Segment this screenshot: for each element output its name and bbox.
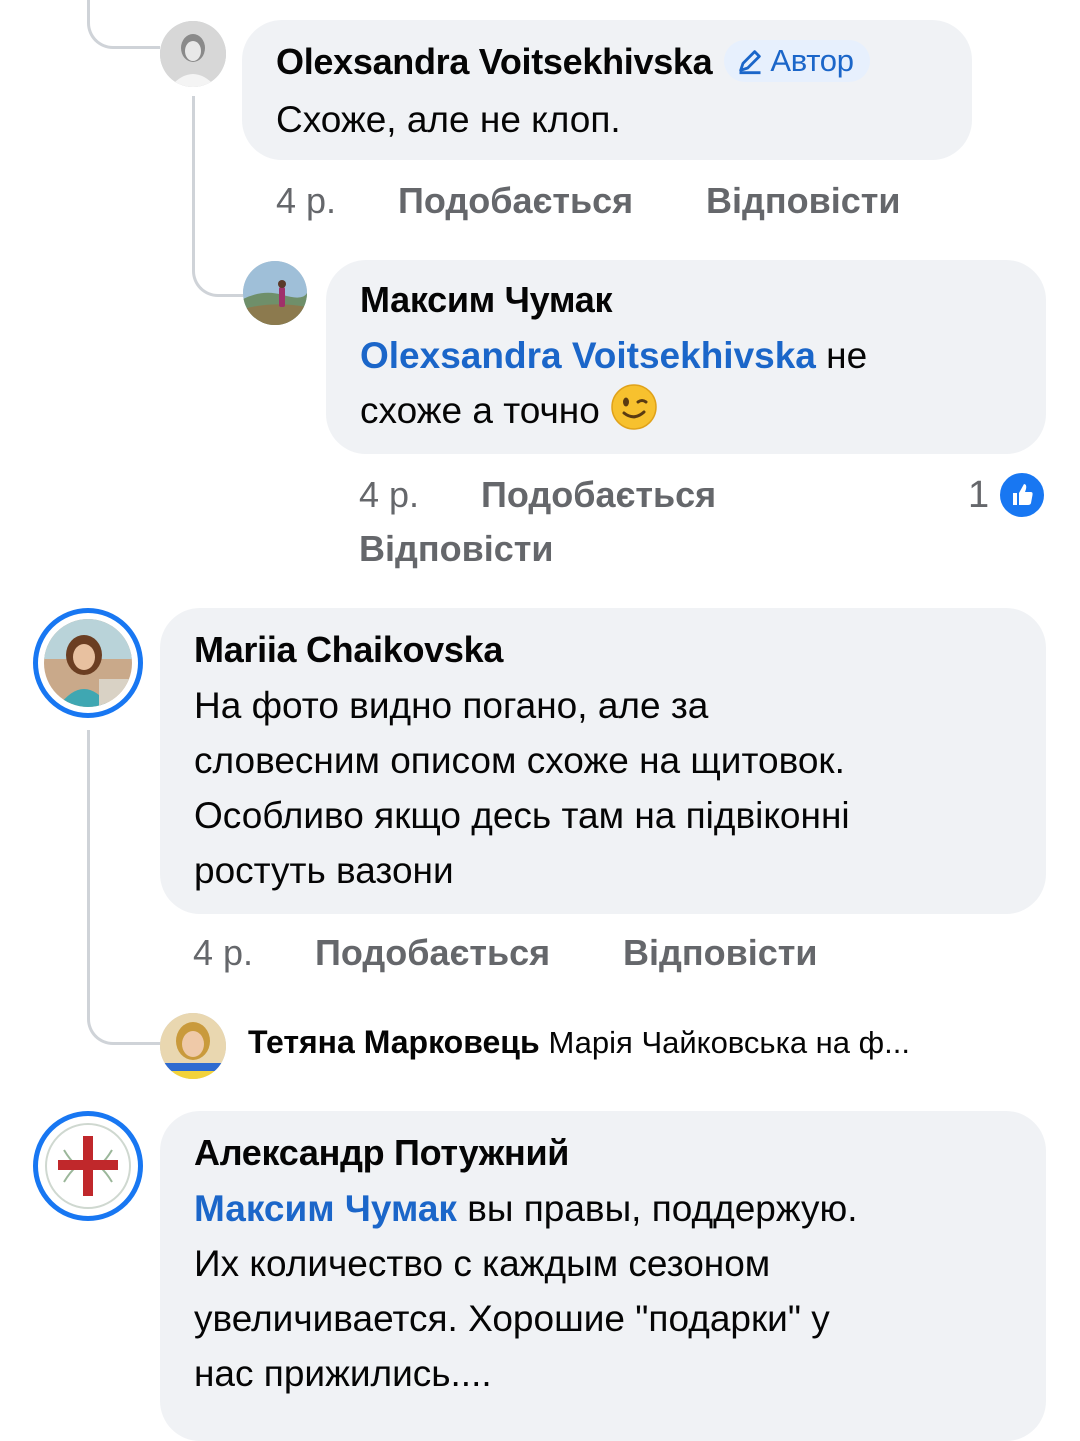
thread-line-mariia bbox=[87, 730, 160, 1045]
comment-text: На фото видно погано, але за словесним о… bbox=[194, 678, 1046, 898]
comment-bubble: Максим Чумак Olexsandra Voitsekhivska не… bbox=[326, 260, 1046, 454]
avatar-photo-icon bbox=[44, 619, 132, 707]
comment-bubble: Mariia Chaikovska На фото видно погано, … bbox=[160, 608, 1046, 914]
reply-button[interactable]: Відповісти bbox=[359, 528, 554, 570]
timestamp[interactable]: 4 р. bbox=[193, 932, 253, 974]
badge-label: Автор bbox=[770, 43, 854, 78]
comment-bubble: Olexsandra Voitsekhivska Автор Схоже, але… bbox=[242, 20, 972, 160]
author-badge: Автор bbox=[724, 40, 870, 82]
comment-line: нас прижились.... bbox=[194, 1353, 492, 1394]
comment-bubble: Александр Потужний Максим Чумак вы правы… bbox=[160, 1111, 1046, 1441]
comment-line: словесним описом схоже на щитовок. bbox=[194, 740, 845, 781]
pencil-icon bbox=[739, 50, 762, 75]
reaction-count[interactable]: 1 bbox=[968, 474, 989, 517]
author-name[interactable]: Максим Чумак bbox=[360, 278, 1046, 322]
thread-line-top bbox=[87, 0, 160, 49]
comment-author[interactable]: Olexsandra Voitsekhivska Автор bbox=[276, 40, 972, 84]
comment-line: На фото видно погано, але за bbox=[194, 685, 709, 726]
reply-snippet: Марія Чайковська на ф... bbox=[548, 1025, 911, 1060]
avatar[interactable] bbox=[160, 1013, 226, 1079]
comment-line: Их количество с каждым сезоном bbox=[194, 1243, 771, 1284]
avatar-photo-icon bbox=[243, 261, 307, 325]
author-name[interactable]: Mariia Chaikovska bbox=[194, 628, 1046, 672]
comment-text: Схоже, але не клоп. bbox=[276, 99, 621, 140]
timestamp[interactable]: 4 р. bbox=[359, 474, 419, 516]
like-button[interactable]: Подобається bbox=[481, 474, 716, 516]
medical-cross-logo-icon bbox=[45, 1123, 131, 1209]
reply-preview[interactable]: Тетяна Марковець Марія Чайковська на ф..… bbox=[248, 1024, 910, 1061]
comment-text-part: схоже а точно bbox=[360, 390, 600, 431]
like-button[interactable]: Подобається bbox=[398, 180, 633, 222]
avatar[interactable] bbox=[33, 608, 143, 718]
timestamp[interactable]: 4 р. bbox=[276, 180, 336, 222]
mention-link[interactable]: Максим Чумак bbox=[194, 1188, 457, 1229]
comment-line: увеличивается. Хорошие "подарки" у bbox=[194, 1298, 830, 1339]
author-name[interactable]: Olexsandra Voitsekhivska bbox=[276, 41, 713, 82]
avatar-photo-icon bbox=[160, 21, 226, 87]
like-button[interactable]: Подобається bbox=[315, 932, 550, 974]
avatar[interactable] bbox=[33, 1111, 143, 1221]
reply-button[interactable]: Відповісти bbox=[623, 932, 818, 974]
avatar[interactable] bbox=[243, 261, 307, 325]
like-thumb-icon[interactable] bbox=[997, 470, 1047, 520]
author-name[interactable]: Александр Потужний bbox=[194, 1131, 1046, 1175]
reply-button[interactable]: Відповісти bbox=[706, 180, 901, 222]
comment-line: ростуть вазони bbox=[194, 850, 454, 891]
avatar[interactable] bbox=[160, 21, 226, 87]
winking-face-icon bbox=[611, 384, 657, 430]
author-name[interactable]: Тетяна Марковець bbox=[248, 1024, 540, 1060]
comment-text: Olexsandra Voitsekhivska не схоже а точн… bbox=[360, 328, 1046, 438]
comment-text: Максим Чумак вы правы, поддержую. Их кол… bbox=[194, 1181, 1046, 1401]
avatar-photo-icon bbox=[160, 1013, 226, 1079]
thread-line-nested bbox=[192, 96, 243, 297]
mention-link[interactable]: Olexsandra Voitsekhivska bbox=[360, 335, 816, 376]
comment-text-part: не bbox=[826, 335, 868, 376]
comment-line: вы правы, поддержую. bbox=[467, 1188, 858, 1229]
comment-line: Особливо якщо десь там на підвіконні bbox=[194, 795, 850, 836]
